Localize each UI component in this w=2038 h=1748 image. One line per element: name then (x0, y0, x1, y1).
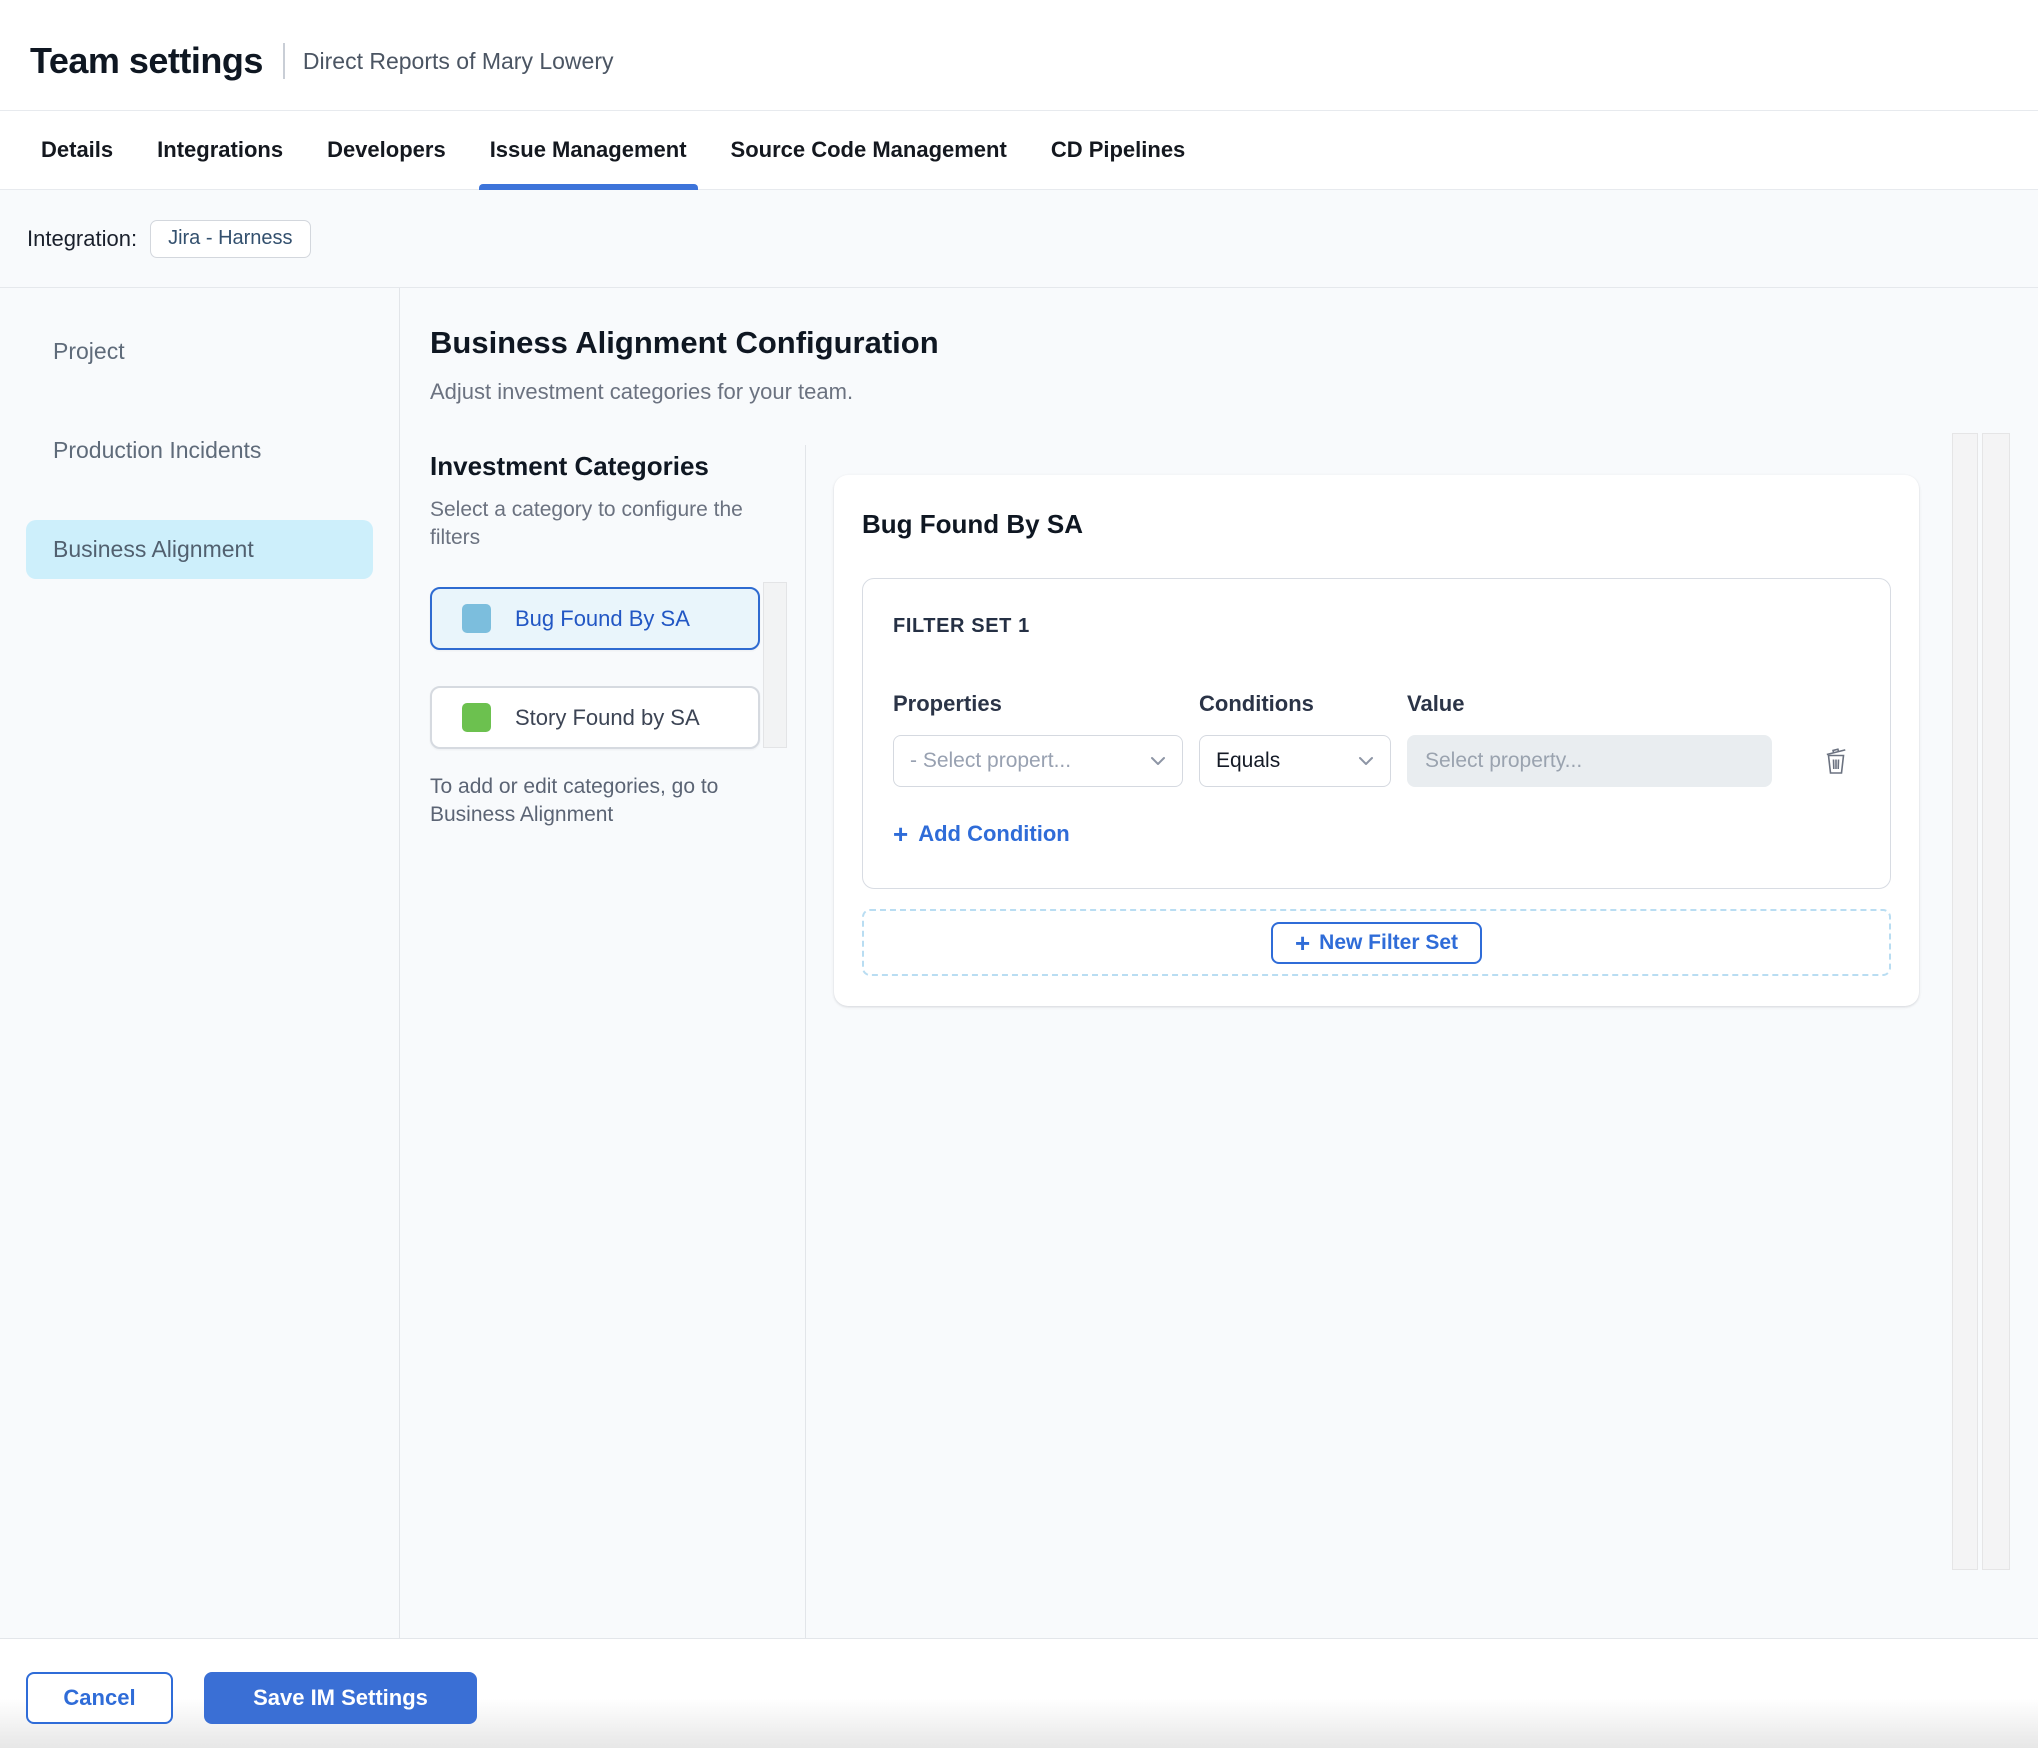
title-separator (282, 43, 285, 79)
property-select[interactable]: - Select propert... (893, 735, 1183, 787)
filter-condition-row: - Select propert... Equals (893, 735, 1860, 787)
category-label: Story Found by SA (515, 704, 700, 730)
outer-scrollbar-track[interactable] (1982, 433, 2010, 1570)
inner-scrollbar-track[interactable] (1952, 433, 1978, 1570)
property-select-placeholder: - Select propert... (910, 749, 1072, 772)
page-subtitle: Direct Reports of Mary Lowery (302, 47, 614, 74)
category-filter-card: Bug Found By SA FILTER SET 1 Properties … (834, 475, 1919, 1006)
add-condition-button[interactable]: + Add Condition (893, 821, 1070, 847)
settings-sidebar: Project Production Incidents Business Al… (0, 288, 400, 1638)
value-input[interactable] (1407, 735, 1772, 787)
title-row: Team settings Direct Reports of Mary Low… (0, 0, 2038, 110)
cancel-button[interactable]: Cancel (26, 1672, 173, 1724)
tab-issue-management[interactable]: Issue Management (478, 111, 698, 190)
properties-column-label: Properties (893, 691, 1002, 716)
filter-set-1: FILTER SET 1 Properties Conditions Value… (862, 578, 1891, 889)
categories-title: Investment Categories (430, 451, 709, 481)
delete-condition-button[interactable] (1816, 741, 1856, 781)
filter-set-title: FILTER SET 1 (893, 615, 1030, 637)
sidebar-item-production-incidents[interactable]: Production Incidents (26, 421, 373, 480)
integration-chip[interactable]: Jira - Harness (150, 219, 311, 258)
condition-select-value: Equals (1216, 749, 1281, 772)
section-subtitle: Adjust investment categories for your te… (430, 379, 854, 404)
save-im-settings-button[interactable]: Save IM Settings (204, 1672, 477, 1724)
section-title: Business Alignment Configuration (430, 325, 939, 360)
new-filter-set-button[interactable]: + New Filter Set (1270, 921, 1483, 964)
sidebar-item-project[interactable]: Project (26, 322, 373, 381)
tab-integrations[interactable]: Integrations (146, 111, 294, 189)
page-title: Team settings (30, 40, 263, 81)
tab-source-code-management[interactable]: Source Code Management (720, 111, 1018, 189)
trash-icon (1826, 748, 1846, 774)
section-row: Investment Categories Select a category … (400, 445, 2038, 1638)
footer-bar: Cancel Save IM Settings (0, 1638, 2038, 1748)
categories-footnote: To add or edit categories, go to Busines… (430, 775, 719, 826)
content-area: Project Production Incidents Business Al… (0, 288, 2038, 1638)
category-color-swatch-blue (462, 604, 491, 633)
add-condition-label: Add Condition (918, 821, 1070, 846)
main-area: Business Alignment Configuration Adjust … (400, 288, 2038, 1638)
sidebar-item-business-alignment[interactable]: Business Alignment (26, 520, 373, 579)
tab-cd-pipelines[interactable]: CD Pipelines (1040, 111, 1196, 189)
value-column-label: Value (1407, 691, 1465, 716)
category-bug-found-by-sa[interactable]: Bug Found By SA (430, 587, 760, 650)
category-list-scrollbar[interactable] (763, 582, 787, 748)
team-settings-page: Team settings Direct Reports of Mary Low… (0, 0, 2038, 1748)
category-label: Bug Found By SA (515, 605, 690, 631)
category-color-swatch-green (462, 703, 491, 732)
condition-select[interactable]: Equals (1199, 735, 1391, 787)
chevron-down-icon (1151, 757, 1165, 765)
category-story-found-by-sa[interactable]: Story Found by SA (430, 686, 760, 749)
new-filter-set-label: New Filter Set (1319, 930, 1459, 954)
conditions-column-label: Conditions (1199, 691, 1314, 716)
integration-row: Integration: Jira - Harness (0, 190, 2038, 288)
tab-developers[interactable]: Developers (316, 111, 457, 189)
page-header: Team settings Direct Reports of Mary Low… (0, 0, 2038, 190)
filter-column-labels: Properties Conditions Value (893, 691, 1860, 717)
tab-bar: Details Integrations Developers Issue Ma… (0, 110, 2038, 190)
plus-icon: + (893, 819, 909, 849)
tab-details[interactable]: Details (30, 111, 124, 189)
investment-categories-panel: Investment Categories Select a category … (400, 445, 806, 1638)
main-header: Business Alignment Configuration Adjust … (400, 288, 2038, 445)
chevron-down-icon (1359, 757, 1373, 765)
categories-hint: Select a category to configure the filte… (430, 498, 743, 549)
new-filter-set-dropzone: + New Filter Set (862, 909, 1891, 976)
plus-icon: + (1294, 927, 1311, 958)
filter-column: Bug Found By SA FILTER SET 1 Properties … (806, 445, 2038, 1638)
integration-label: Integration: (27, 225, 138, 251)
filter-card-title: Bug Found By SA (862, 509, 1083, 539)
